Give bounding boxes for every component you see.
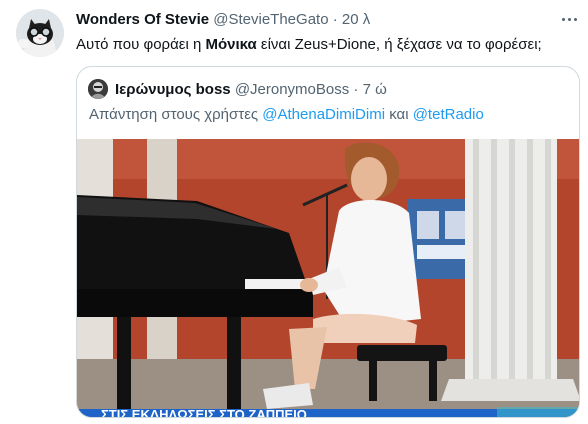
quoted-author-avatar[interactable] xyxy=(88,79,108,99)
mention-link-2[interactable]: @tetRadio xyxy=(413,106,484,123)
tweet-text-start: Αυτό που φοράει η xyxy=(76,36,206,53)
author-avatar[interactable] xyxy=(16,9,64,57)
quoted-timestamp[interactable]: 7 ώ xyxy=(363,81,387,98)
media-image: ΣΤΙΣ ΕΚΔΗΛΩΣΕΙΣ ΣΤΟ ΖΑΠΠΕΙΟ xyxy=(77,139,579,418)
more-options-button[interactable] xyxy=(560,9,580,29)
media-caption: ΣΤΙΣ ΕΚΔΗΛΩΣΕΙΣ ΣΤΟ ΖΑΠΠΕΙΟ xyxy=(101,407,307,418)
reply-prefix: Απάντηση στους χρήστες xyxy=(89,106,263,123)
author-handle[interactable]: @StevieTheGato xyxy=(213,11,328,28)
cat-avatar-icon xyxy=(16,9,64,57)
quoted-tweet[interactable]: Ιερώνυμος boss @JeronymoBoss · 7 ώ Απάντ… xyxy=(76,66,580,418)
tweet-text-end: είναι Zeus+Dione, ή ξέχασε να το φορέσει… xyxy=(256,36,542,53)
reply-join: και xyxy=(385,106,413,123)
author-name[interactable]: Wonders Of Stevie xyxy=(76,11,209,28)
quoted-author-name[interactable]: Ιερώνυμος boss xyxy=(115,81,231,98)
reply-context: Απάντηση στους χρήστες @AthenaDimiDimi κ… xyxy=(89,106,484,123)
separator-dot: · xyxy=(332,11,338,28)
quoted-author-handle[interactable]: @JeronymoBoss xyxy=(235,81,349,98)
mention-link-1[interactable]: @AthenaDimiDimi xyxy=(262,106,385,123)
tweet-timestamp[interactable]: 20 λ xyxy=(342,11,370,28)
quoted-tweet-header: Ιερώνυμος boss @JeronymoBoss · 7 ώ xyxy=(115,81,387,98)
tweet-header: Wonders Of Stevie @StevieTheGato · 20 λ xyxy=(76,11,370,28)
tweet[interactable]: Wonders Of Stevie @StevieTheGato · 20 λ … xyxy=(0,0,588,424)
more-options-icon xyxy=(562,18,565,21)
tweet-text-bold: Μόνικα xyxy=(205,36,257,53)
tweet-text: Αυτό που φοράει η Μόνικα είναι Zeus+Dion… xyxy=(76,36,542,53)
quoted-separator-dot: · xyxy=(353,81,359,98)
boss-avatar-icon xyxy=(88,79,108,99)
quoted-media[interactable]: ΣΤΙΣ ΕΚΔΗΛΩΣΕΙΣ ΣΤΟ ΖΑΠΠΕΙΟ xyxy=(77,139,579,418)
